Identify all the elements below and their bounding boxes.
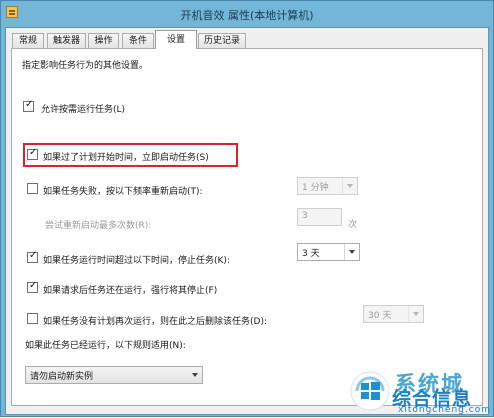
force-stop-checkbox[interactable]: ✓ <box>27 280 38 293</box>
delete-if-not-scheduled-checkbox[interactable] <box>27 313 38 324</box>
stop-duration-select[interactable]: 3 天 <box>297 243 360 261</box>
windows-logo-icon <box>350 371 390 411</box>
run-after-missed-checkbox[interactable]: ✓ <box>27 147 38 160</box>
chevron-down-icon <box>188 367 202 383</box>
restart-attempts-unit: 次 <box>348 220 358 230</box>
rule-label: 如果此任务已经运行，以下规则适用(N): <box>25 341 186 351</box>
restart-attempts-input[interactable]: 3 <box>297 208 342 226</box>
delete-delay-value: 30 天 <box>368 311 392 321</box>
tab-conditions[interactable]: 条件 <box>122 33 154 48</box>
properties-window: 开机音效 属性(本地计算机) 常规 触发器 操作 条件 设置 历史记录 指定影响… <box>0 0 494 417</box>
restart-interval-select[interactable]: 1 分钟 <box>297 177 358 195</box>
rule-select[interactable]: 请勿启动新实例 <box>25 366 203 384</box>
rule-value: 请勿启动新实例 <box>30 372 94 382</box>
watermark: 系统城 综合信息 xitongcheng.com <box>348 367 494 418</box>
restart-attempts-value: 3 <box>302 211 308 221</box>
restart-on-fail-checkbox[interactable] <box>27 183 38 194</box>
force-stop-label: 如果请求后任务还在运行，强行将其停止(F) <box>43 286 218 296</box>
allow-on-demand-checkbox[interactable]: ✓ <box>23 99 34 112</box>
restart-on-fail-label: 如果任务失败，按以下频率重新启动(T): <box>43 187 203 197</box>
title-bar[interactable]: 开机音效 属性(本地计算机) <box>1 1 493 26</box>
chevron-down-icon <box>344 244 359 260</box>
chevron-down-icon <box>342 178 357 194</box>
stop-if-longer-label: 如果任务运行时间超过以下时间，停止任务(K): <box>43 256 230 266</box>
checkmark-icon: ✓ <box>29 280 38 291</box>
tab-triggers[interactable]: 触发器 <box>47 33 86 48</box>
run-after-missed-label: 如果过了计划开始时间，立即启动任务(S) <box>43 153 209 163</box>
watermark-url: xitongcheng.com <box>398 405 491 415</box>
tab-general[interactable]: 常规 <box>12 33 44 48</box>
tab-history[interactable]: 历史记录 <box>198 33 246 48</box>
allow-on-demand-label: 允许按需运行任务(L) <box>41 105 126 115</box>
checkmark-icon: ✓ <box>29 250 38 261</box>
checkmark-icon: ✓ <box>25 99 34 110</box>
settings-panel: 指定影响任务行为的其他设置。 ✓ 允许按需运行任务(L) ✓ 如果过了计划开始时… <box>11 48 483 406</box>
stop-if-longer-checkbox[interactable]: ✓ <box>27 250 38 263</box>
settings-description: 指定影响任务行为的其他设置。 <box>22 61 149 71</box>
checkmark-icon: ✓ <box>29 147 38 158</box>
delete-delay-select[interactable]: 30 天 <box>363 305 424 323</box>
window-title: 开机音效 属性(本地计算机) <box>180 9 314 22</box>
dialog-body: 常规 触发器 操作 条件 设置 历史记录 指定影响任务行为的其他设置。 ✓ 允许… <box>5 27 489 415</box>
tab-settings[interactable]: 设置 <box>155 30 197 49</box>
chevron-down-icon <box>408 306 423 322</box>
stop-duration-value: 3 天 <box>302 249 320 259</box>
tab-actions[interactable]: 操作 <box>88 33 119 48</box>
delete-if-not-scheduled-label: 如果任务没有计划再次运行，则在此之后删除该任务(D): <box>43 317 267 327</box>
restart-interval-value: 1 分钟 <box>302 183 329 193</box>
restart-attempts-label: 尝试重新启动最多次数(R): <box>45 221 152 231</box>
